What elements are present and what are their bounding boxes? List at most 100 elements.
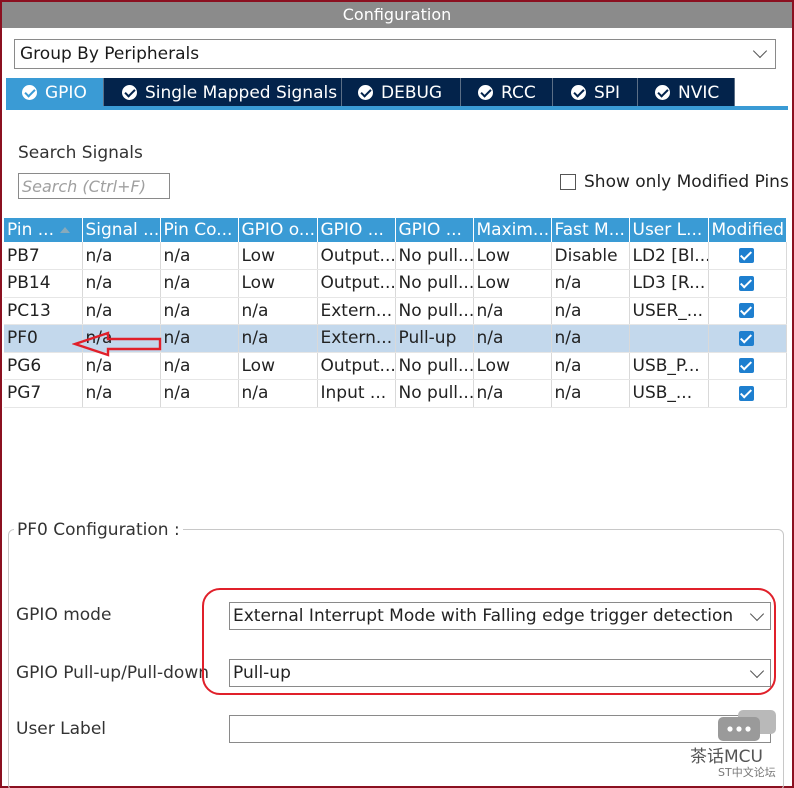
check-circle-icon: [358, 85, 373, 100]
tab-label: GPIO: [45, 82, 87, 103]
column-header[interactable]: Pin ...: [4, 218, 83, 242]
table-cell: Low: [473, 242, 552, 270]
column-header[interactable]: Maxim...: [473, 218, 552, 242]
column-header[interactable]: Signal ...: [82, 218, 161, 242]
table-cell: Low: [238, 352, 318, 380]
table-cell: No pull...: [395, 379, 474, 408]
table-cell: n/a: [160, 269, 239, 298]
check-circle-icon: [478, 85, 493, 100]
table-row[interactable]: PB14 n/a n/a Low Output... No pull... Low n/a LD…: [4, 269, 787, 298]
table-cell: n/a: [473, 324, 552, 353]
user-label-input[interactable]: [229, 715, 771, 743]
category-tabs: GPIO Single Mapped Signals DEBUG RCC SPI…: [6, 78, 788, 107]
table-cell: Output...: [317, 242, 396, 270]
tab-underline: [6, 106, 788, 110]
tab-label: RCC: [501, 82, 536, 103]
table-cell: n/a: [160, 352, 239, 380]
table-cell: Extern...: [317, 324, 396, 353]
column-header[interactable]: Modified: [708, 218, 787, 242]
table-cell: n/a: [82, 269, 161, 298]
table-cell: No pull...: [395, 242, 474, 270]
tab-debug[interactable]: DEBUG: [342, 78, 461, 107]
config-title: PF0 Configuration :: [14, 520, 183, 540]
search-input[interactable]: [18, 173, 170, 199]
modified-cell: [708, 242, 787, 270]
table-cell: n/a: [551, 352, 630, 380]
table-cell: USB_...: [629, 379, 709, 408]
tab-spi[interactable]: SPI: [553, 78, 638, 107]
pin-table: Pin ... Signal ... Pin Co... GPIO o... G…: [4, 218, 787, 408]
check-circle-icon: [122, 85, 137, 100]
tab-label: Single Mapped Signals: [145, 82, 338, 103]
table-cell: n/a: [82, 297, 161, 325]
column-header[interactable]: GPIO ...: [317, 218, 396, 242]
tab-label: DEBUG: [381, 82, 443, 103]
table-cell: n/a: [82, 379, 161, 408]
table-header-row: Pin ... Signal ... Pin Co... GPIO o... G…: [4, 218, 787, 242]
table-cell: n/a: [160, 242, 239, 270]
modified-checkbox-icon: [738, 330, 754, 346]
table-cell: n/a: [551, 379, 630, 408]
table-cell: No pull...: [395, 297, 474, 325]
table-cell: PF0: [4, 324, 83, 353]
table-cell: Pull-up: [395, 324, 474, 353]
tab-single-mapped-signals[interactable]: Single Mapped Signals: [104, 78, 342, 107]
table-cell: USER_...: [629, 297, 709, 325]
table-cell: No pull...: [395, 352, 474, 380]
modified-cell: [708, 352, 787, 380]
annotation-highlight-box: [202, 588, 776, 695]
tab-gpio[interactable]: GPIO: [6, 78, 104, 107]
user-label-label: User Label: [16, 719, 107, 739]
table-cell: Low: [473, 269, 552, 298]
group-by-select[interactable]: Group By Peripherals: [14, 39, 776, 69]
table-cell: Output...: [317, 269, 396, 298]
table-row[interactable]: PC13 n/a n/a n/a Extern... No pull... n/a n/a US…: [4, 297, 787, 325]
table-cell: PC13: [4, 297, 83, 325]
table-cell: n/a: [473, 379, 552, 408]
table-cell: USB_P...: [629, 352, 709, 380]
table-cell: Low: [473, 352, 552, 380]
table-cell: n/a: [160, 379, 239, 408]
check-circle-icon: [655, 85, 670, 100]
column-header[interactable]: Pin Co...: [160, 218, 239, 242]
table-cell: Extern...: [317, 297, 396, 325]
modified-checkbox-icon: [738, 303, 754, 319]
table-cell: Output...: [317, 352, 396, 380]
gpio-mode-label: GPIO mode: [16, 605, 112, 625]
pin-table-body: PB7 n/a n/a Low Output... No pull... Low Disabl…: [4, 242, 787, 408]
search-label: Search Signals: [18, 143, 143, 163]
show-modified-checkbox[interactable]: [560, 174, 576, 190]
table-cell: n/a: [160, 297, 239, 325]
table-cell: PB7: [4, 242, 83, 270]
table-cell: PG6: [4, 352, 83, 380]
gpio-pull-label: GPIO Pull-up/Pull-down: [16, 663, 210, 683]
check-circle-icon: [22, 85, 37, 100]
tab-nvic[interactable]: NVIC: [638, 78, 735, 107]
table-cell: n/a: [551, 297, 630, 325]
show-modified-toggle[interactable]: Show only Modified Pins: [560, 172, 789, 192]
modified-cell: [708, 297, 787, 325]
table-cell: No pull...: [395, 269, 474, 298]
table-cell: Input ...: [317, 379, 396, 408]
table-cell: [629, 324, 709, 353]
column-header[interactable]: User L...: [629, 218, 709, 242]
table-cell: Low: [238, 269, 318, 298]
column-header[interactable]: Fast M...: [551, 218, 630, 242]
table-row[interactable]: PG7 n/a n/a n/a Input ... No pull... n/a n/a USB…: [4, 379, 787, 408]
table-row[interactable]: PB7 n/a n/a Low Output... No pull... Low Disabl…: [4, 242, 787, 270]
table-cell: n/a: [238, 324, 318, 353]
tab-rcc[interactable]: RCC: [461, 78, 553, 107]
modified-cell: [708, 269, 787, 298]
group-by-value: Group By Peripherals: [20, 44, 200, 64]
modified-checkbox-icon: [738, 248, 754, 263]
table-cell: Disable: [551, 242, 630, 270]
table-cell: LD2 [Bl...: [629, 242, 709, 270]
modified-cell: [708, 324, 787, 353]
table-cell: n/a: [551, 269, 630, 298]
sort-up-icon: [60, 227, 70, 233]
column-header[interactable]: GPIO ...: [395, 218, 474, 242]
table-cell: n/a: [551, 324, 630, 353]
column-header[interactable]: GPIO o...: [238, 218, 318, 242]
modified-checkbox-icon: [738, 358, 754, 374]
modified-checkbox-icon: [738, 385, 754, 401]
